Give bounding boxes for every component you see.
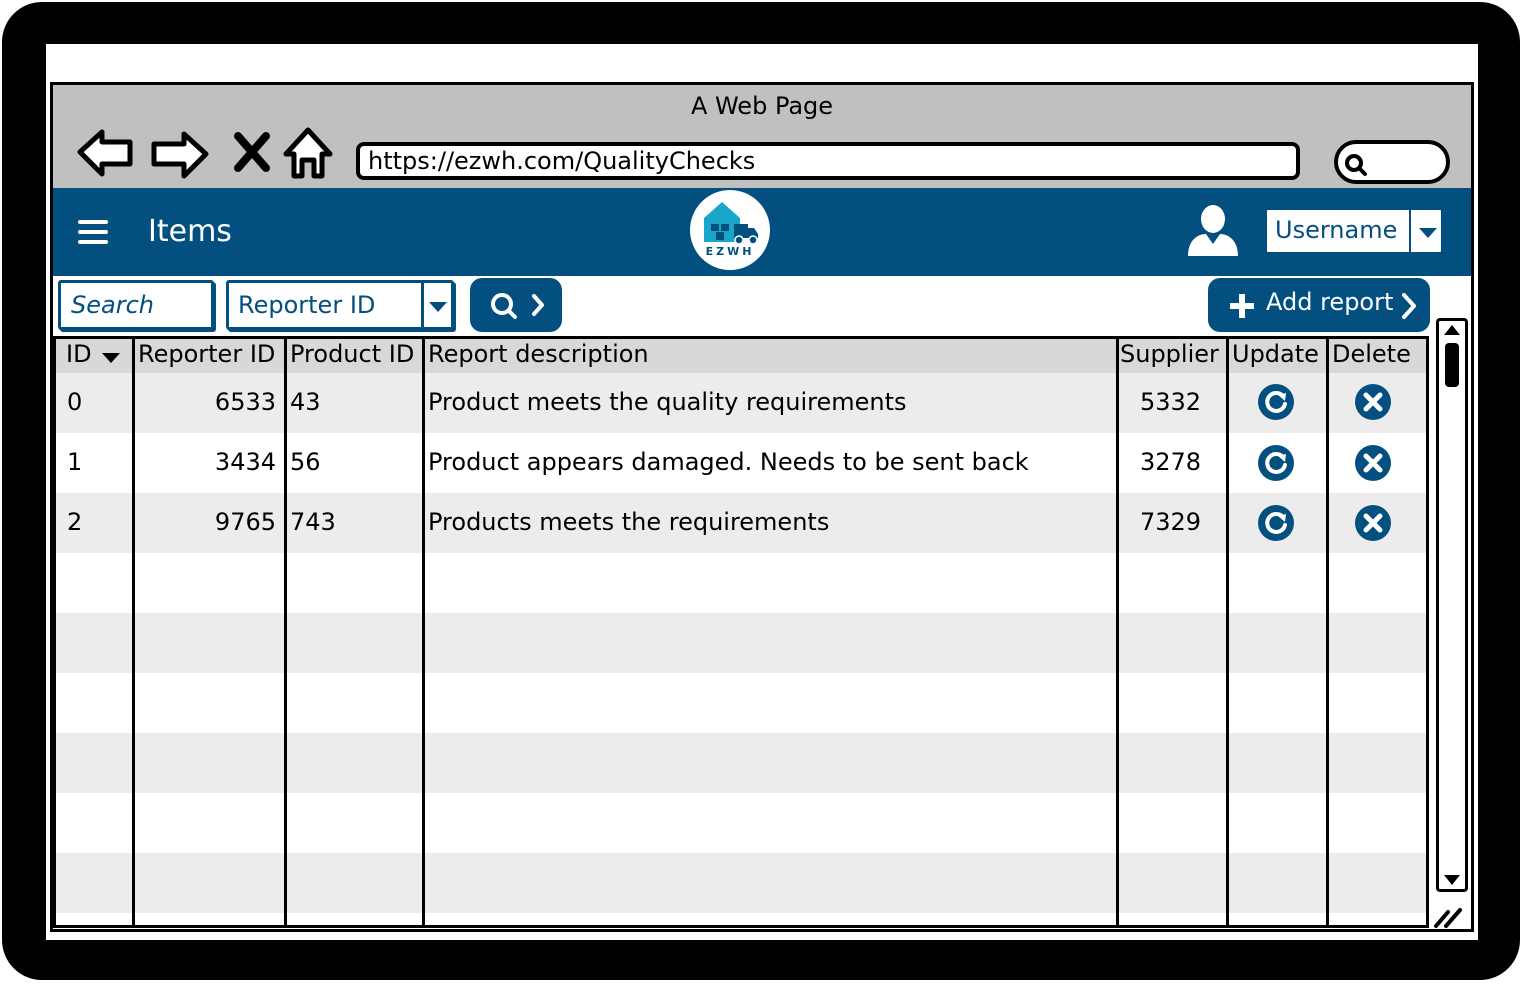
column-header-reporter-id[interactable]: Reporter ID bbox=[138, 340, 275, 368]
cell-id: 1 bbox=[67, 448, 83, 476]
cell-product-id: 743 bbox=[290, 508, 336, 536]
filter-select[interactable]: Reporter ID bbox=[226, 280, 454, 330]
table-row bbox=[56, 853, 1426, 913]
search-button[interactable] bbox=[470, 278, 562, 332]
cell-product-id: 56 bbox=[290, 448, 321, 476]
column-header-description[interactable]: Report description bbox=[428, 340, 649, 368]
logo-text: EZWH bbox=[705, 245, 755, 258]
column-header-update[interactable]: Update bbox=[1232, 340, 1319, 368]
cell-reporter-id: 9765 bbox=[214, 508, 276, 536]
table-row bbox=[56, 553, 1426, 613]
column-header-product-id[interactable]: Product ID bbox=[290, 340, 414, 368]
refresh-icon[interactable] bbox=[1257, 444, 1295, 482]
column-header-delete[interactable]: Delete bbox=[1332, 340, 1411, 368]
add-report-label: Add report bbox=[1266, 288, 1394, 316]
username-dropdown[interactable]: Username bbox=[1264, 207, 1444, 255]
scroll-down-icon[interactable] bbox=[1442, 873, 1462, 887]
close-x-icon[interactable] bbox=[224, 124, 284, 184]
cell-reporter-id: 3434 bbox=[214, 448, 276, 476]
cell-reporter-id: 6533 bbox=[214, 388, 276, 416]
chevron-right-icon bbox=[1402, 293, 1416, 319]
warehouse-truck-icon bbox=[704, 202, 758, 245]
cell-description: Products meets the requirements bbox=[428, 508, 830, 536]
cell-id: 2 bbox=[67, 508, 83, 536]
refresh-icon[interactable] bbox=[1257, 383, 1295, 421]
page-title: Items bbox=[148, 214, 232, 249]
dropdown-divider bbox=[1409, 210, 1411, 252]
refresh-icon[interactable] bbox=[1257, 504, 1295, 542]
scroll-up-icon[interactable] bbox=[1442, 323, 1462, 337]
cell-id: 0 bbox=[67, 388, 83, 416]
cell-supplier: 5332 bbox=[1140, 388, 1202, 416]
table-row bbox=[56, 793, 1426, 853]
column-divider bbox=[1226, 339, 1229, 925]
search-icon bbox=[491, 293, 544, 319]
plus-icon bbox=[1230, 294, 1254, 318]
cell-supplier: 7329 bbox=[1140, 508, 1202, 536]
ezwh-logo: EZWH bbox=[690, 190, 770, 270]
quality-checks-table: ID Reporter ID Product ID Report descrip… bbox=[53, 336, 1429, 928]
username-label: Username bbox=[1275, 216, 1398, 244]
table-row bbox=[56, 673, 1426, 733]
add-report-button[interactable]: Add report bbox=[1208, 278, 1430, 332]
hamburger-menu-icon[interactable] bbox=[78, 220, 108, 246]
user-avatar-icon bbox=[1188, 205, 1238, 256]
chevron-down-icon bbox=[1419, 228, 1437, 238]
vertical-scrollbar[interactable] bbox=[1436, 318, 1468, 892]
select-divider bbox=[421, 283, 424, 327]
cell-description: Product meets the quality requirements bbox=[428, 388, 907, 416]
column-divider bbox=[1116, 339, 1119, 925]
search-input[interactable]: Search bbox=[58, 280, 214, 330]
table-row bbox=[56, 613, 1426, 673]
table-row bbox=[56, 733, 1426, 793]
chevron-down-icon bbox=[429, 302, 447, 312]
scrollbar-thumb[interactable] bbox=[1445, 343, 1459, 387]
search-placeholder: Search bbox=[71, 291, 154, 319]
resize-grip-icon[interactable] bbox=[1430, 896, 1470, 934]
cell-description: Product appears damaged. Needs to be sen… bbox=[428, 448, 1029, 476]
cell-product-id: 43 bbox=[290, 388, 321, 416]
filter-selected-value: Reporter ID bbox=[238, 291, 376, 319]
column-divider bbox=[422, 339, 425, 925]
search-icon bbox=[1345, 154, 1367, 176]
column-divider bbox=[1326, 339, 1329, 925]
sort-down-icon[interactable] bbox=[102, 353, 120, 365]
delete-x-icon[interactable] bbox=[1354, 444, 1392, 482]
column-divider bbox=[132, 339, 135, 925]
cell-supplier: 3278 bbox=[1140, 448, 1202, 476]
window-title: A Web Page bbox=[690, 92, 834, 120]
column-header-supplier[interactable]: Supplier bbox=[1120, 340, 1219, 368]
forward-arrow-icon[interactable] bbox=[150, 124, 210, 184]
home-icon[interactable] bbox=[278, 124, 338, 184]
address-bar[interactable]: https://ezwh.com/QualityChecks bbox=[356, 142, 1300, 180]
delete-x-icon[interactable] bbox=[1354, 504, 1392, 542]
column-header-id[interactable]: ID bbox=[66, 340, 92, 368]
back-arrow-icon[interactable] bbox=[76, 124, 136, 184]
delete-x-icon[interactable] bbox=[1354, 383, 1392, 421]
browser-search-box[interactable] bbox=[1334, 140, 1450, 184]
column-divider bbox=[284, 339, 287, 925]
